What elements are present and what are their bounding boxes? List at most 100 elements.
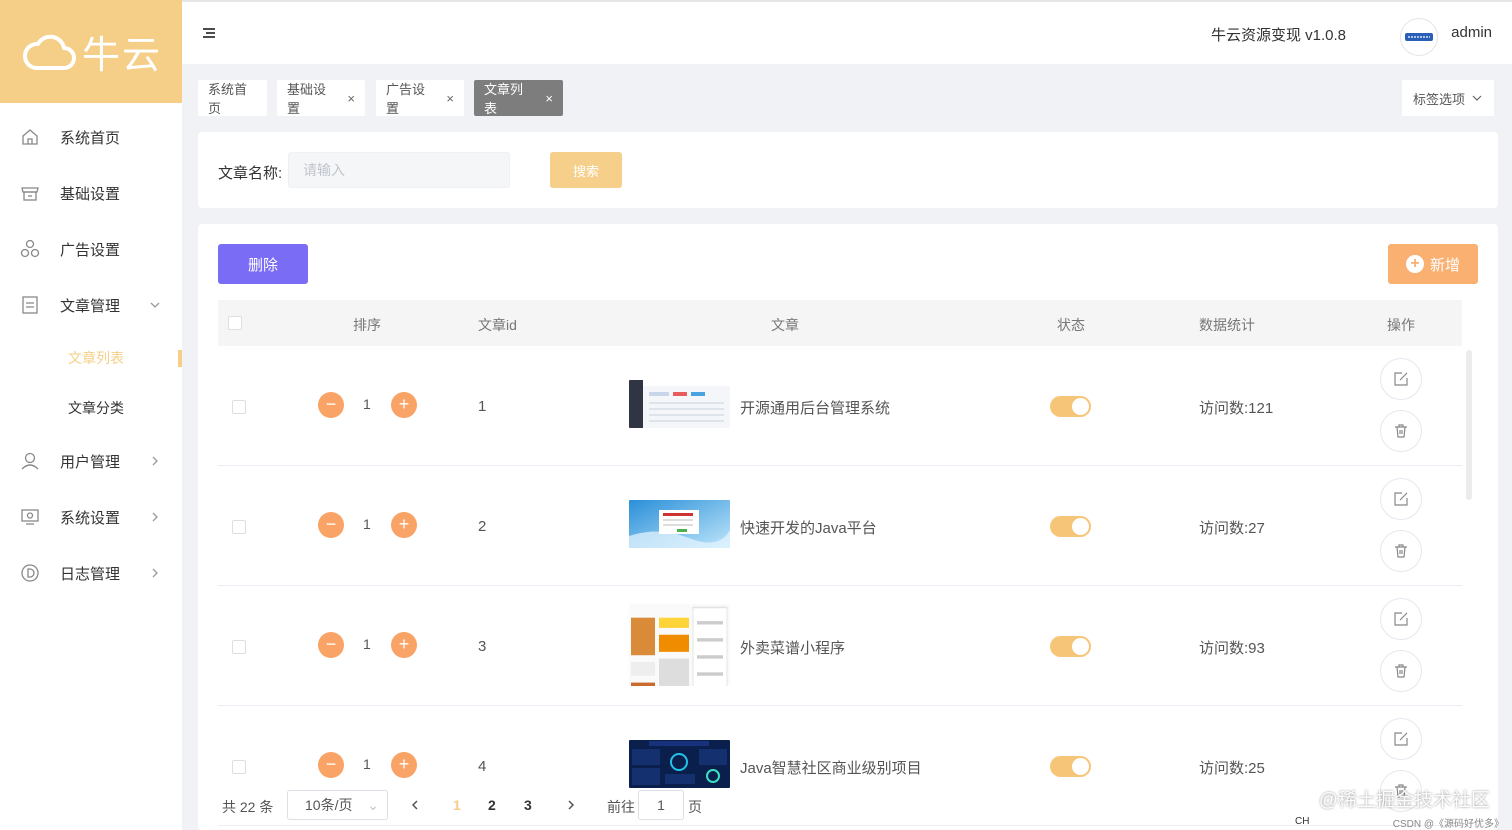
menu-fold-icon[interactable] — [202, 27, 216, 39]
next-page-icon[interactable] — [566, 799, 576, 811]
chevron-right-icon — [152, 456, 158, 466]
article-title[interactable]: Java智慧社区商业级别项目 — [740, 757, 922, 778]
tab-home[interactable]: 系统首页 — [198, 80, 267, 116]
search-panel: 文章名称: 搜索 — [198, 132, 1498, 208]
avatar[interactable] — [1400, 18, 1438, 56]
ime-indicator[interactable]: CH — [1295, 816, 1309, 827]
sidebar-item-log-management[interactable]: 日志管理 — [0, 545, 182, 601]
tab-basic-settings[interactable]: 基础设置 × — [277, 80, 365, 116]
sort-decrease-button[interactable]: − — [318, 632, 344, 658]
page-number[interactable]: 2 — [488, 797, 496, 813]
article-title[interactable]: 外卖菜谱小程序 — [740, 637, 845, 658]
page-size-select[interactable]: 10条/页 ⌄ — [287, 790, 388, 820]
row-checkbox[interactable] — [232, 400, 246, 414]
tab-bar: 系统首页 基础设置 × 广告设置 × 文章列表 × 标签选项 — [182, 64, 1512, 124]
cloud-icon — [23, 34, 76, 70]
goto-page-input[interactable] — [638, 790, 684, 820]
sort-increase-button[interactable]: + — [391, 632, 417, 658]
sort-decrease-button[interactable]: − — [318, 392, 344, 418]
close-icon[interactable]: × — [347, 91, 355, 106]
search-button[interactable]: 搜索 — [550, 152, 622, 188]
article-id: 1 — [478, 398, 487, 415]
delete-row-button[interactable] — [1380, 410, 1422, 452]
sidebar-item-system-settings[interactable]: 系统设置 — [0, 489, 182, 545]
article-title[interactable]: 开源通用后台管理系统 — [740, 397, 890, 418]
select-all-checkbox[interactable] — [228, 316, 242, 330]
log-icon — [21, 564, 39, 582]
close-icon[interactable]: × — [446, 91, 454, 106]
article-title[interactable]: 快速开发的Java平台 — [740, 517, 877, 538]
goto-suffix: 页 — [688, 799, 702, 815]
sidebar-subitem-label: 文章列表 — [68, 350, 124, 366]
sort-value: 1 — [363, 636, 371, 652]
edit-button[interactable] — [1380, 478, 1422, 520]
sidebar-item-ad-settings[interactable]: 广告设置 — [0, 221, 182, 277]
sidebar-item-basic-settings[interactable]: 基础设置 — [0, 165, 182, 221]
sidebar-item-home[interactable]: 系统首页 — [0, 109, 182, 165]
sidebar-item-label: 日志管理 — [60, 565, 121, 583]
status-toggle[interactable] — [1050, 636, 1091, 657]
watermark-sub: CSDN @《源码好优多》 — [1392, 819, 1504, 830]
sidebar-item-article-list[interactable]: 文章列表 — [0, 333, 182, 383]
pagination: 共 22 条 10条/页 ⌄ 1 2 3 前往 页 — [198, 784, 798, 830]
status-toggle[interactable] — [1050, 396, 1091, 417]
chevron-down-icon — [150, 302, 160, 308]
delete-row-button[interactable] — [1380, 650, 1422, 692]
edit-button[interactable] — [1380, 598, 1422, 640]
article-name-input[interactable] — [288, 152, 510, 188]
header-sort: 排序 — [353, 317, 381, 333]
edit-icon — [1394, 612, 1408, 626]
tab-options-dropdown[interactable]: 标签选项 — [1402, 80, 1494, 116]
sidebar-subitem-label: 文章分类 — [68, 400, 124, 416]
add-button[interactable]: + 新增 — [1388, 244, 1478, 284]
chevron-right-icon — [152, 512, 158, 522]
avatar-logo-icon — [1405, 33, 1433, 41]
delete-row-button[interactable] — [1380, 530, 1422, 572]
page-number[interactable]: 1 — [453, 797, 461, 813]
table-row: − 1 + 2 快速开发的Java平台 访问数:27 — [218, 466, 1462, 586]
sort-increase-button[interactable]: + — [391, 392, 417, 418]
sort-value: 1 — [363, 516, 371, 532]
page-number[interactable]: 3 — [524, 797, 532, 813]
delete-button[interactable]: 删除 — [218, 244, 308, 284]
chevron-down-icon: ⌄ — [367, 797, 379, 813]
sort-decrease-button[interactable]: − — [318, 512, 344, 538]
row-checkbox[interactable] — [232, 760, 246, 774]
edit-button[interactable] — [1380, 358, 1422, 400]
close-icon[interactable]: × — [545, 91, 553, 106]
row-checkbox[interactable] — [232, 520, 246, 534]
page-size-value: 10条/页 — [305, 797, 353, 813]
prev-page-icon[interactable] — [410, 799, 420, 811]
sidebar-item-label: 基础设置 — [60, 185, 121, 203]
table-header: 排序 文章id 文章 状态 数据统计 操作 — [218, 300, 1462, 346]
trash-icon — [1395, 424, 1407, 438]
tab-label: 基础设置 — [287, 82, 327, 116]
header-status: 状态 — [1057, 317, 1085, 333]
sort-increase-button[interactable]: + — [391, 752, 417, 778]
sidebar-item-label: 用户管理 — [60, 453, 121, 471]
status-toggle[interactable] — [1050, 756, 1091, 777]
row-checkbox[interactable] — [232, 640, 246, 654]
table-scrollbar[interactable] — [1466, 350, 1472, 500]
sort-decrease-button[interactable]: − — [318, 752, 344, 778]
goto-label: 前往 — [607, 799, 635, 815]
username[interactable]: admin — [1451, 24, 1492, 41]
add-button-label: 新增 — [1429, 256, 1460, 274]
chevron-right-icon — [152, 568, 158, 578]
monitor-icon — [21, 509, 39, 525]
status-toggle[interactable] — [1050, 516, 1091, 537]
tab-ad-settings[interactable]: 广告设置 × — [376, 80, 464, 116]
tab-label: 系统首页 — [208, 82, 248, 116]
visit-count: 访问数:27 — [1199, 520, 1265, 537]
total-count: 共 22 条 — [222, 799, 274, 815]
sort-increase-button[interactable]: + — [391, 512, 417, 538]
article-id: 3 — [478, 638, 487, 655]
visit-count: 访问数:121 — [1199, 400, 1274, 417]
tab-options-label: 标签选项 — [1412, 91, 1465, 107]
sidebar-item-article-category[interactable]: 文章分类 — [0, 383, 182, 433]
document-icon — [22, 296, 38, 314]
tab-article-list[interactable]: 文章列表 × — [474, 80, 563, 116]
sidebar-item-user-management[interactable]: 用户管理 — [0, 433, 182, 489]
edit-button[interactable] — [1380, 718, 1422, 760]
sidebar-item-article-management[interactable]: 文章管理 — [0, 277, 182, 333]
